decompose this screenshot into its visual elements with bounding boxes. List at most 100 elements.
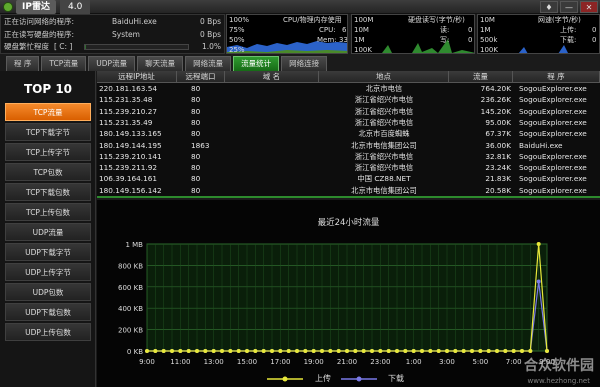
sidebar-item-tcp-download-bytes[interactable]: TCP下载字节	[5, 123, 91, 141]
status-app: BaiduHi.exe	[112, 17, 157, 26]
cell-domain	[225, 163, 319, 174]
table-row[interactable]: 115.239.211.92 80 浙江省绍兴市电信 23.24K SogouExplo…	[97, 163, 600, 174]
data-point	[320, 349, 324, 353]
cell-traffic: 67.37K	[485, 129, 511, 139]
sidebar-item-udp-packets[interactable]: UDP包数	[5, 283, 91, 301]
cell-remote-ip: 180.149.133.165	[99, 129, 162, 139]
cell-domain	[225, 118, 319, 129]
cell-traffic: 36.00K	[485, 140, 511, 150]
status-row-network: 正在访问网络的程序: BaiduHi.exe 0 Bps	[4, 16, 223, 28]
mem-label: Mem:	[317, 36, 337, 44]
status-row-disk-busy: 硬盘繁忙程度 [ C: ] 1.0%	[4, 41, 223, 53]
watermark-url: www.hezhong.net	[527, 377, 591, 385]
cell-domain	[225, 84, 319, 95]
cell-remote-port: 80	[191, 106, 201, 116]
col-program[interactable]: 程 序	[513, 71, 600, 83]
col-traffic[interactable]: 流量	[449, 71, 513, 83]
cell-program: SogouExplorer.exe	[519, 129, 587, 139]
y-tick-label: 1 MB	[125, 241, 143, 249]
data-point	[503, 349, 508, 353]
cell-location: 浙江省绍兴市电信	[354, 151, 414, 161]
x-tick-label: 7:00	[506, 358, 522, 366]
cell-domain	[225, 174, 319, 185]
close-button[interactable]: ✕	[580, 1, 598, 13]
table-row[interactable]: 115.239.210.27 80 浙江省绍兴市电信 145.20K SogouExpl…	[97, 107, 600, 118]
cell-program: SogouExplorer.exe	[519, 185, 587, 195]
sidebar-item-tcp-traffic[interactable]: TCP流量	[5, 103, 91, 121]
net-scale-1m: 1M	[480, 26, 491, 34]
tab-programs[interactable]: 程 序	[6, 56, 40, 71]
sidebar-item-udp-download-packets[interactable]: UDP下载包数	[5, 303, 91, 321]
title-bar: IP雷达 4.0 ♦ — ✕	[0, 0, 600, 14]
data-point	[386, 349, 391, 353]
settings-button[interactable]: ♦	[540, 1, 558, 13]
minimize-button[interactable]: —	[560, 1, 578, 13]
cell-remote-port: 80	[191, 117, 201, 127]
cpu-title: CPU/物理内存使用	[283, 16, 342, 24]
tab-traffic-stats[interactable]: 流量统计	[233, 56, 280, 71]
net-scale-100k: 100K	[480, 46, 498, 54]
sidebar-item-tcp-upload-bytes[interactable]: TCP上传字节	[5, 143, 91, 161]
cell-remote-port: 80	[191, 174, 201, 184]
col-location[interactable]: 地点	[319, 71, 449, 83]
table-row[interactable]: 180.149.156.142 80 北京市电信集团公司 20.58K SogouExp…	[97, 186, 600, 197]
data-point	[495, 349, 499, 353]
data-point	[436, 349, 441, 353]
cell-location: 浙江省绍兴市电信	[354, 106, 414, 116]
col-domain[interactable]: 域 名	[225, 71, 319, 83]
x-tick-label: 13:00	[204, 358, 224, 366]
table-row[interactable]: 115.239.210.141 80 浙江省绍兴市电信 32.81K SogouExpl…	[97, 152, 600, 163]
col-remote-ip[interactable]: 远程IP地址	[97, 71, 177, 83]
cpu-scale-100: 100%	[229, 16, 250, 24]
net-title: 网速(字节/秒)	[538, 16, 581, 24]
network-speed-monitor: 10M 网速(字节/秒) 1M 上传: 0 500k 下载: 0 100K	[477, 14, 600, 54]
sidebar-item-tcp-upload-packets[interactable]: TCP上传包数	[5, 203, 91, 221]
tab-tcp-traffic[interactable]: TCP流量	[41, 56, 87, 71]
cell-remote-ip: 180.149.156.142	[99, 185, 162, 195]
status-row-disk-io: 正在读写硬盘的程序: System 0 Bps	[4, 29, 223, 41]
tab-connections[interactable]: 网络连接	[281, 56, 328, 71]
cell-domain	[225, 141, 319, 152]
cell-remote-ip: 115.239.210.141	[99, 151, 162, 161]
main-tabs: 程 序 TCP流量 UDP流量 聊天流量 网络流量 流量统计 网络连接	[0, 56, 600, 71]
table-row[interactable]: 180.149.144.195 1863 北京市电信集团公司 36.00K BaiduH…	[97, 141, 600, 152]
cell-program: SogouExplorer.exe	[519, 117, 587, 127]
data-point	[370, 349, 374, 353]
table-row[interactable]: 106.39.164.161 80 中国 CZ88.NET 21.83K SogouEx…	[97, 174, 600, 185]
cell-remote-ip: 115.231.35.48	[99, 95, 153, 105]
data-point	[461, 349, 466, 353]
data-point	[445, 349, 449, 353]
sidebar-item-udp-upload-packets[interactable]: UDP上传包数	[5, 323, 91, 341]
sidebar-item-udp-traffic[interactable]: UDP流量	[5, 223, 91, 241]
table-row[interactable]: 115.231.35.49 80 浙江省绍兴市电信 95.00K SogouExplor…	[97, 118, 600, 129]
sidebar-item-tcp-download-packets[interactable]: TCP下载包数	[5, 183, 91, 201]
data-point	[336, 349, 341, 353]
disk-write-value: 0	[468, 36, 473, 44]
sidebar-item-udp-upload-bytes[interactable]: UDP上传字节	[5, 263, 91, 281]
data-point	[186, 349, 191, 353]
data-point	[395, 349, 399, 353]
data-point	[478, 349, 483, 353]
upload-label: 上传:	[560, 26, 577, 34]
cell-remote-port: 80	[191, 151, 201, 161]
cell-remote-ip: 115.239.210.27	[99, 106, 158, 116]
table-row[interactable]: 180.149.133.165 80 北京市百度蜘蛛 67.37K SogouExplo…	[97, 129, 600, 140]
tab-chat-traffic[interactable]: 聊天流量	[137, 56, 184, 71]
sidebar-item-tcp-packets[interactable]: TCP包数	[5, 163, 91, 181]
table-row[interactable]: 115.231.35.48 80 浙江省绍兴市电信 236.26K SogouExplo…	[97, 95, 600, 106]
disk-title: 硬盘读写(字节/秒)	[408, 16, 465, 24]
tab-udp-traffic[interactable]: UDP流量	[88, 56, 136, 71]
data-point	[153, 349, 158, 353]
table-row[interactable]: 220.181.163.54 80 北京市电信 764.20K SogouExplore…	[97, 84, 600, 95]
disk-busy-fill	[85, 45, 87, 49]
y-tick-label: 600 KB	[118, 284, 143, 292]
cell-domain	[225, 129, 319, 140]
tab-network-traffic[interactable]: 网络流量	[185, 56, 232, 71]
data-point	[311, 349, 316, 353]
col-remote-port[interactable]: 远程端口	[177, 71, 225, 83]
x-tick-label: 11:00	[170, 358, 190, 366]
sidebar-item-udp-download-bytes[interactable]: UDP下载字节	[5, 243, 91, 261]
app-title: IP雷达	[16, 0, 56, 14]
data-point	[403, 349, 408, 353]
cell-location: 中国 CZ88.NET	[357, 174, 411, 184]
